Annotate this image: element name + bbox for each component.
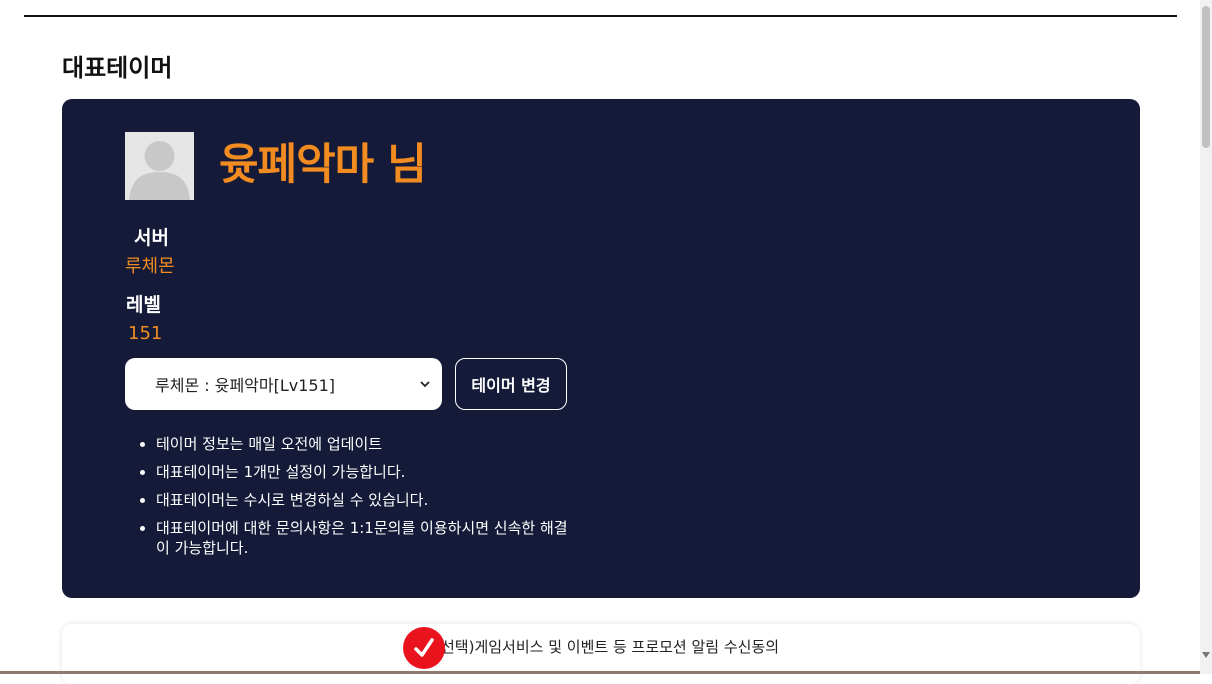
promotion-consent-checkbox[interactable] <box>403 627 445 669</box>
representative-tamer-card: 윳페악마 님 서버 루체몬 레벨 151 루체몬 : 윳페악마[Lv151] 테… <box>62 99 1140 598</box>
server-value: 루체몬 <box>125 256 175 277</box>
scrollbar-thumb[interactable] <box>1202 6 1210 148</box>
tamer-select[interactable]: 루체몬 : 윳페악마[Lv151] <box>125 358 442 410</box>
top-divider <box>24 15 1177 17</box>
user-name: 윳페악마 님 <box>219 140 427 190</box>
notice-item: 대표테이머는 수시로 변경하실 수 있습니다. <box>156 490 576 510</box>
notice-item: 대표테이머에 대한 문의사항은 1:1문의를 이용하시면 신속한 해결이 가능합… <box>156 518 576 558</box>
tamer-select-value: 루체몬 : 윳페악마[Lv151] <box>155 376 336 395</box>
scrollbar[interactable] <box>1200 0 1212 674</box>
notice-item: 테이머 정보는 매일 오전에 업데이트 <box>156 434 576 454</box>
change-tamer-button[interactable]: 테이머 변경 <box>455 358 567 410</box>
notice-list: 테이머 정보는 매일 오전에 업데이트 대표테이머는 1개만 설정이 가능합니다… <box>136 434 576 566</box>
level-label: 레벨 <box>126 294 161 316</box>
notice-item: 대표테이머는 1개만 설정이 가능합니다. <box>156 462 576 482</box>
scroll-down-arrow-icon[interactable] <box>1202 652 1210 658</box>
checkmark-icon <box>414 638 434 657</box>
server-label: 서버 <box>134 227 169 249</box>
promotion-consent-card: 선택)게임서비스 및 이벤트 등 프로모션 알림 수신동의 <box>62 624 1140 684</box>
level-value: 151 <box>128 323 163 344</box>
chevron-down-icon <box>420 381 430 388</box>
default-avatar-icon <box>125 132 194 200</box>
section-title: 대표테이머 <box>62 54 173 82</box>
promotion-consent-label: 선택)게임서비스 및 이벤트 등 프로모션 알림 수신동의 <box>441 638 780 656</box>
